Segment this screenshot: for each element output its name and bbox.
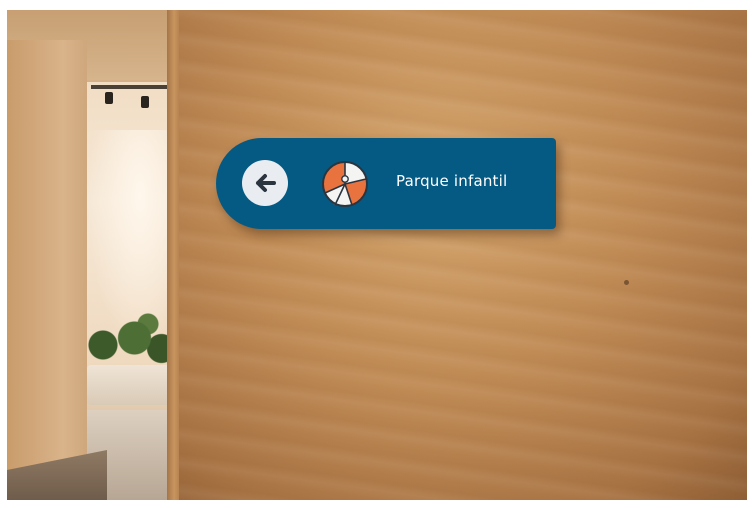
light-track bbox=[91, 85, 175, 89]
spotlight bbox=[141, 96, 149, 108]
wayfinding-sign: Parque infantil bbox=[216, 138, 556, 229]
door-edge bbox=[167, 10, 179, 500]
left-wall bbox=[7, 40, 87, 500]
door-screw bbox=[624, 280, 629, 285]
photo-scene: Parque infantil bbox=[7, 10, 747, 500]
wood-door bbox=[179, 10, 747, 500]
planter bbox=[87, 365, 175, 405]
beach-ball-icon bbox=[322, 161, 368, 207]
spotlight bbox=[105, 92, 113, 104]
corridor-background bbox=[7, 10, 175, 500]
sign-label: Parque infantil bbox=[396, 172, 508, 190]
arrow-left-icon bbox=[242, 160, 288, 206]
